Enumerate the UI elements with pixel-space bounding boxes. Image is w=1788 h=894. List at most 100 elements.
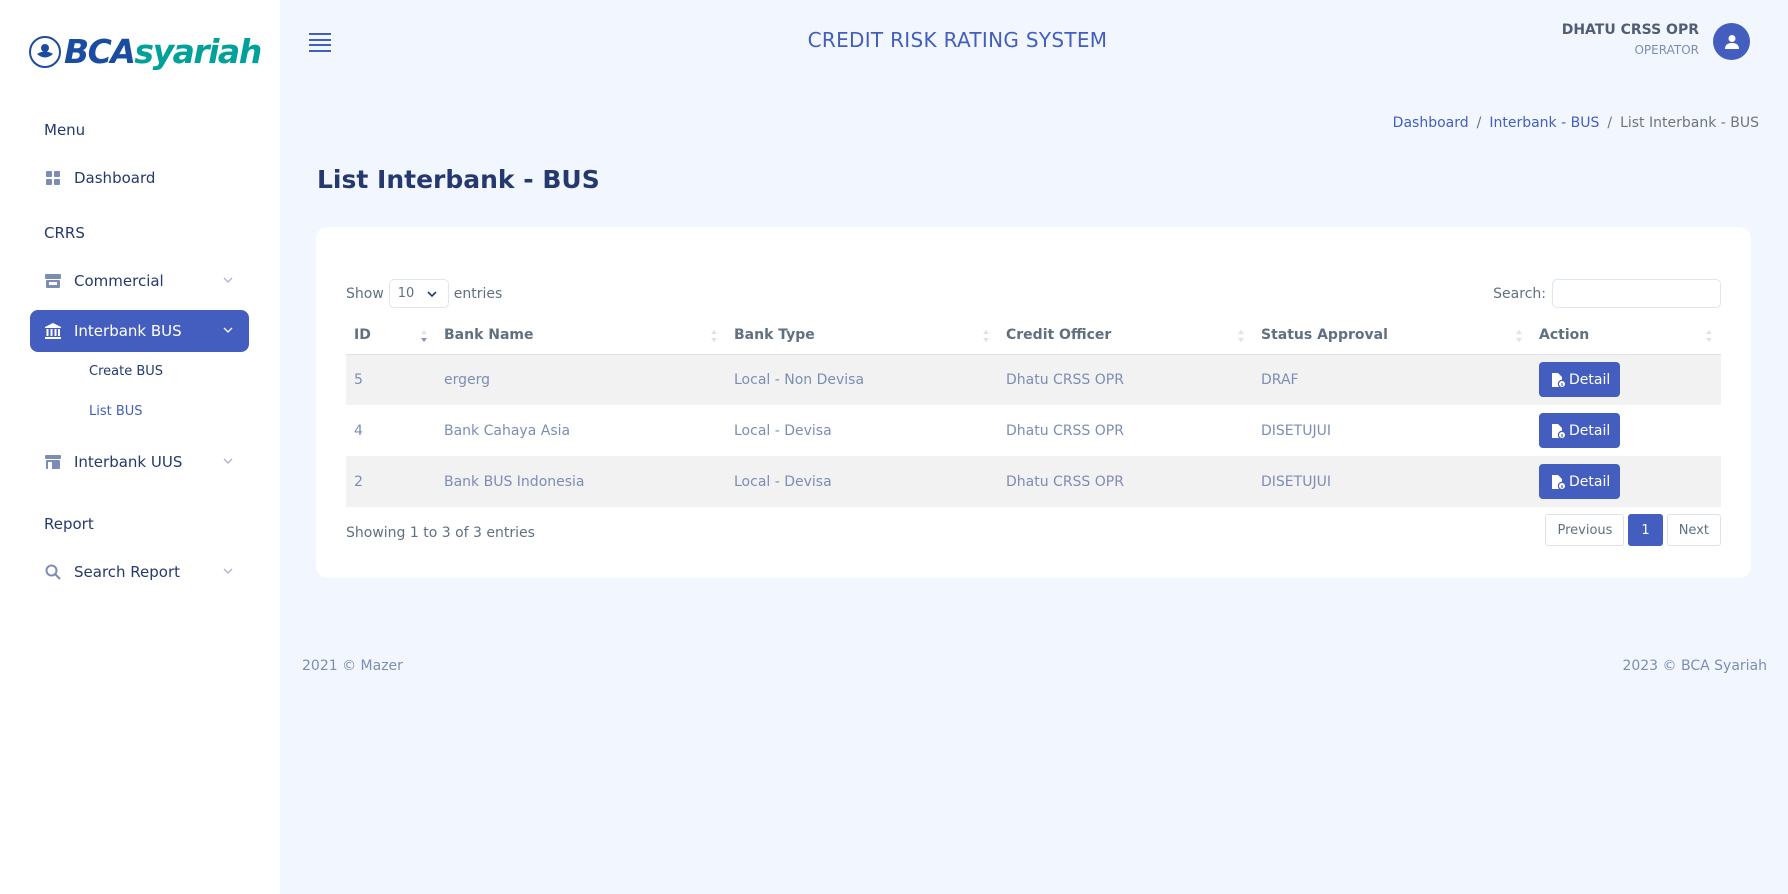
grid-icon (44, 169, 62, 187)
bca-emblem-icon (29, 36, 61, 68)
cell-bank-name: Bank Cahaya Asia (444, 422, 571, 439)
detail-button-label: Detail (1569, 422, 1611, 439)
header-label: ID (354, 327, 371, 344)
submenu-item-create-bus[interactable]: Create BUS (89, 364, 163, 379)
cell-bank-name: Bank BUS Indonesia (436, 456, 726, 507)
logo-syariah-text: syariah (134, 32, 262, 71)
cell-action: Detail (1531, 456, 1721, 507)
search-label: Search: (1493, 285, 1546, 302)
cell-status: DRAF (1253, 354, 1531, 405)
header-label: Action (1539, 327, 1590, 344)
column-header-id[interactable]: ID (346, 317, 436, 355)
sidebar-item-label: Dashboard (74, 169, 156, 187)
column-header-action[interactable]: Action (1531, 317, 1721, 355)
footer-left: 2021 © Mazer (302, 658, 403, 674)
chevron-down-icon (223, 568, 233, 574)
breadcrumb-separator: / (1607, 115, 1613, 131)
pagination-page-1[interactable]: 1 (1628, 514, 1663, 546)
detail-button-label: Detail (1569, 371, 1611, 388)
detail-button-label: Detail (1569, 473, 1611, 490)
pagination-next[interactable]: Next (1666, 514, 1721, 546)
file-info-icon (1552, 474, 1566, 490)
shop-window-icon (44, 453, 62, 471)
pagination-previous[interactable]: Previous (1545, 514, 1625, 546)
user-avatar-icon[interactable] (1713, 23, 1750, 60)
entries-label: entries (453, 285, 503, 302)
column-header-bank-type[interactable]: Bank Type (726, 317, 998, 355)
cell-bank-type: Local - Devisa (726, 456, 998, 507)
shop-icon (44, 272, 62, 290)
header-label: Bank Name (444, 327, 534, 344)
table-header-row: ID Bank Name Bank Type Credit Officer St… (346, 317, 1721, 355)
sort-desc-icon (421, 330, 427, 342)
entries-select[interactable]: 10 (388, 279, 449, 308)
sidebar-item-label: Interbank UUS (74, 453, 183, 471)
user-name: DHATU CRSS OPR (1561, 22, 1699, 38)
breadcrumb-current: List Interbank - BUS (1620, 115, 1759, 131)
cell-action: Detail (1531, 354, 1721, 405)
header-label: Bank Type (734, 327, 815, 344)
interbank-table: ID Bank Name Bank Type Credit Officer St… (346, 317, 1721, 507)
show-entries-control: Show 10 entries (346, 279, 502, 308)
cell-id: 5 (346, 354, 436, 405)
search-icon (44, 563, 62, 581)
sidebar-item-interbank-bus[interactable]: Interbank BUS (30, 310, 249, 352)
breadcrumb-separator: / (1476, 115, 1482, 131)
report-section-title: Report (44, 515, 94, 533)
footer-right: 2023 © BCA Syariah (1622, 658, 1767, 674)
chevron-down-icon (223, 277, 233, 283)
breadcrumb-dashboard[interactable]: Dashboard (1393, 115, 1469, 131)
search-input[interactable] (1552, 279, 1721, 308)
cell-id: 2 (346, 456, 436, 507)
sort-icon (1516, 330, 1522, 342)
page-title: List Interbank - BUS (317, 165, 600, 194)
sidebar-item-interbank-uus[interactable]: Interbank UUS (30, 441, 249, 483)
sidebar-item-dashboard[interactable]: Dashboard (30, 157, 249, 199)
table-row: 5 ergerg Local - Non Devisa Dhatu CRSS O… (346, 354, 1721, 405)
table-row: 4 Bank Cahaya Asia Local - Devisa Dhatu … (346, 405, 1721, 456)
file-info-icon (1552, 423, 1566, 439)
sidebar-item-label: Search Report (74, 563, 181, 581)
breadcrumb: Dashboard / Interbank - BUS / List Inter… (1393, 115, 1759, 131)
sidebar-item-label: Commercial (74, 272, 164, 290)
sort-icon (711, 330, 717, 342)
bca-syariah-logo[interactable]: BCAsyariah (29, 32, 262, 72)
logo-bca-text: BCA (64, 32, 136, 71)
pagination: Previous 1 Next (1545, 514, 1721, 546)
column-header-credit-officer[interactable]: Credit Officer (998, 317, 1253, 355)
table-row: 2 Bank BUS Indonesia Local - Devisa Dhat… (346, 456, 1721, 507)
hamburger-menu-icon[interactable] (309, 33, 331, 52)
cell-credit-officer: Dhatu CRSS OPR (998, 354, 1253, 405)
interbank-list-card: Show 10 entries Search: ID Bank Name Ban… (316, 227, 1751, 578)
table-search: Search: (1493, 279, 1721, 308)
detail-button[interactable]: Detail (1539, 464, 1621, 499)
header-label: Status Approval (1261, 327, 1388, 344)
breadcrumb-interbank-bus[interactable]: Interbank - BUS (1489, 115, 1599, 131)
submenu-item-list-bus[interactable]: List BUS (89, 404, 143, 419)
crrs-section-title: CRRS (44, 224, 85, 242)
sidebar-item-search-report[interactable]: Search Report (30, 551, 249, 593)
cell-credit-officer: Dhatu CRSS OPR (998, 456, 1253, 507)
table-info: Showing 1 to 3 of 3 entries (346, 525, 535, 541)
sort-icon (1238, 330, 1244, 342)
cell-action: Detail (1531, 405, 1721, 456)
sidebar-item-commercial[interactable]: Commercial (30, 260, 249, 302)
user-role: OPERATOR (1634, 43, 1699, 57)
cell-bank-name: ergerg (436, 354, 726, 405)
detail-button[interactable]: Detail (1539, 362, 1621, 398)
chevron-down-icon (223, 327, 233, 333)
column-header-status-approval[interactable]: Status Approval (1253, 317, 1531, 355)
detail-button[interactable]: Detail (1539, 413, 1621, 448)
chevron-down-icon (427, 291, 437, 298)
sort-icon (1706, 330, 1712, 342)
menu-section-title: Menu (44, 121, 86, 139)
sidebar-item-label: Interbank BUS (74, 322, 182, 340)
sort-icon (983, 330, 989, 342)
file-info-icon (1552, 372, 1566, 388)
app-title: CREDIT RISK RATING SYSTEM (807, 28, 1108, 52)
cell-status: DISETUJUI (1253, 456, 1531, 507)
sidebar: BCAsyariah Menu Dashboard CRRS Commercia… (0, 0, 280, 894)
show-label: Show (346, 285, 384, 302)
column-header-bank-name[interactable]: Bank Name (436, 317, 726, 355)
cell-credit-officer: Dhatu CRSS OPR (1006, 422, 1124, 439)
